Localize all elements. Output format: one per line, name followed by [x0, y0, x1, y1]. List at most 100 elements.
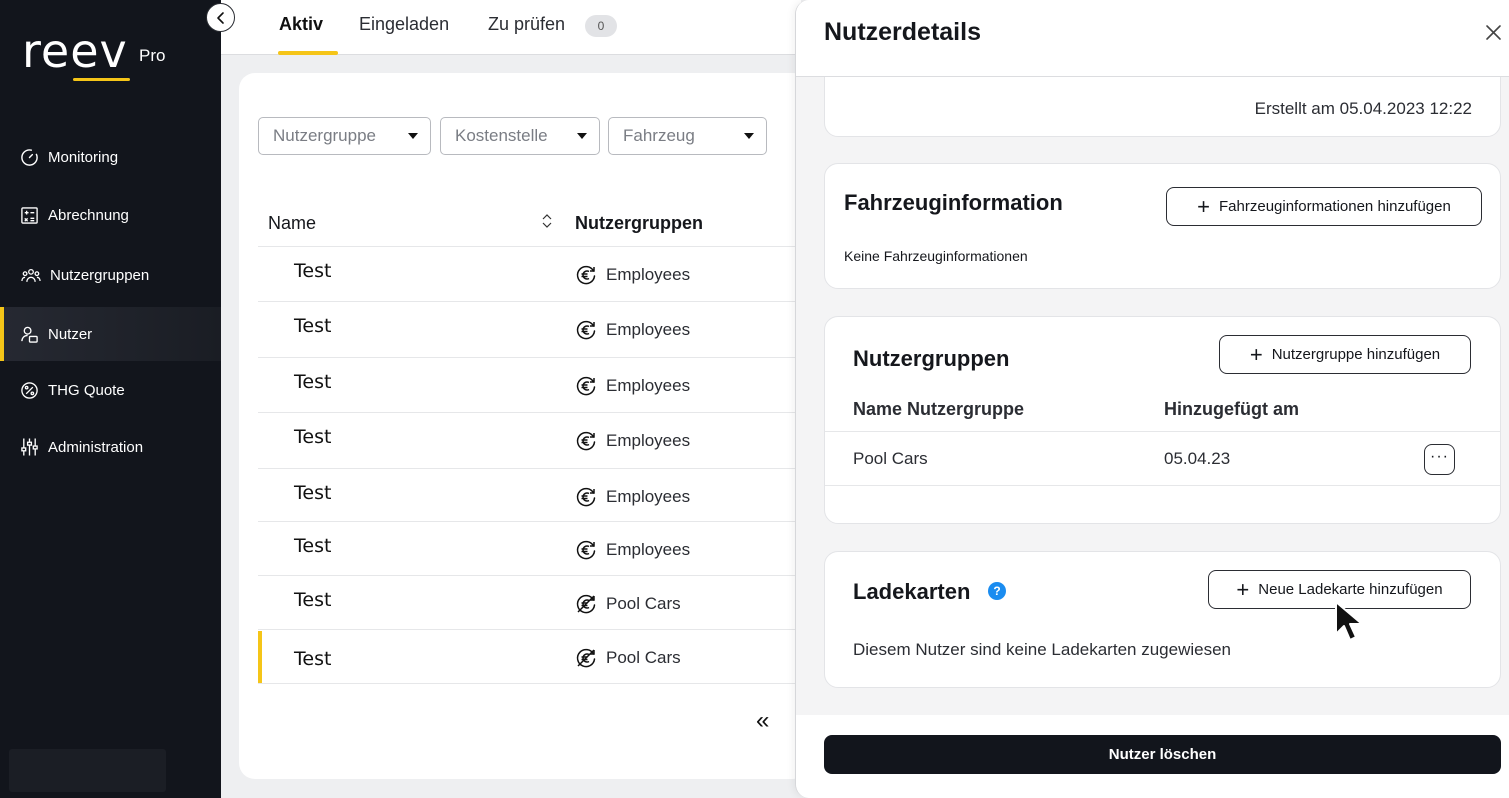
sidebar-item-label: Nutzer: [48, 325, 93, 343]
first-page-button[interactable]: «: [756, 707, 769, 735]
sidebar-item-monitoring[interactable]: Monitoring: [0, 130, 221, 184]
groups-card-title: Nutzergruppen: [853, 346, 1010, 371]
charging-cards-empty-text: Diesem Nutzer sind keine Ladekarten zuge…: [853, 640, 1231, 659]
sidebar-item-label: THG Quote: [48, 381, 125, 399]
row-group-label: Employees: [606, 431, 691, 450]
drawer-header: Nutzerdetails: [796, 0, 1509, 77]
add-vehicle-info-button[interactable]: + Fahrzeuginformationen hinzufügen: [1166, 187, 1482, 226]
caret-down-icon: [744, 133, 754, 139]
logo-underline: [73, 78, 130, 81]
sidebar-collapse-button[interactable]: [206, 3, 235, 32]
filter-label: Kostenstelle: [455, 126, 548, 145]
plus-icon: +: [1197, 193, 1211, 219]
row-group: Employees: [575, 430, 690, 452]
table-row[interactable]: Test Employees: [258, 301, 818, 356]
group-added-date: 05.04.23: [1164, 449, 1231, 468]
table-row[interactable]: Test Employees: [258, 357, 818, 412]
filter-fahrzeug[interactable]: Fahrzeug: [608, 117, 767, 155]
table-row[interactable]: Test Pool Cars: [258, 575, 818, 630]
group-name: Pool Cars: [853, 449, 928, 468]
ellipsis-icon: ···: [1430, 447, 1449, 465]
row-name: Test: [294, 260, 332, 282]
user-icon: [19, 324, 39, 344]
table-row[interactable]: Test Employees: [258, 246, 818, 301]
row-group: Pool Cars: [575, 593, 681, 615]
user-details-drawer: Nutzerdetails Erstellt am 05.04.2023 12:…: [795, 0, 1509, 798]
filter-label: Nutzergruppe: [273, 126, 377, 145]
table-row[interactable]: Test Employees: [258, 521, 818, 576]
sidebar-footer-account[interactable]: [9, 749, 166, 792]
delete-user-button[interactable]: Nutzer löschen: [824, 735, 1501, 774]
euro-refresh-icon: [575, 375, 597, 397]
row-name: Test: [294, 482, 332, 504]
sidebar-item-nutzergruppen[interactable]: Nutzergruppen: [0, 248, 221, 302]
gauge-icon: [19, 147, 39, 167]
tab-zu-pruefen[interactable]: Zu prüfen: [488, 14, 565, 35]
help-icon[interactable]: ?: [988, 582, 1006, 600]
sidebar-item-nutzer[interactable]: Nutzer: [0, 307, 221, 361]
sidebar-item-label: Abrechnung: [48, 206, 129, 224]
tab-eingeladen[interactable]: Eingeladen: [359, 14, 449, 35]
row-group: Employees: [575, 539, 690, 561]
active-tab-indicator: [278, 51, 338, 55]
drawer-footer: Nutzer löschen: [796, 715, 1509, 798]
sliders-icon: [19, 437, 39, 457]
column-header-nutzergruppen: Nutzergruppen: [575, 213, 703, 233]
plus-icon: +: [1236, 576, 1250, 602]
row-group-label: Employees: [606, 487, 691, 506]
table-bottom-divider: [258, 683, 818, 684]
sidebar-item-administration[interactable]: Administration: [0, 420, 221, 474]
button-label: Neue Ladekarte hinzufügen: [1258, 581, 1443, 598]
sidebar-item-label: Nutzergruppen: [50, 266, 150, 284]
mouse-pointer-icon: [1334, 600, 1370, 651]
column-header-group-name: Name Nutzergruppe: [853, 399, 1025, 419]
row-group: Employees: [575, 375, 690, 397]
more-options-button[interactable]: ···: [1424, 444, 1455, 475]
euro-refresh-icon: [575, 430, 597, 452]
vehicle-card-title: Fahrzeuginformation: [844, 190, 1063, 215]
logo[interactable]: reev Pro: [22, 24, 165, 81]
percent-icon: [19, 380, 39, 400]
logo-edition: Pro: [139, 46, 166, 65]
row-group-label: Employees: [606, 320, 691, 339]
filter-kostenstelle[interactable]: Kostenstelle: [440, 117, 600, 155]
row-group-label: Pool Cars: [606, 594, 681, 613]
sidebar-item-label: Administration: [48, 438, 144, 456]
row-group: Pool Cars: [575, 647, 681, 669]
vehicle-empty-text: Keine Fahrzeuginformationen: [844, 248, 1028, 264]
row-name: Test: [294, 315, 332, 337]
euro-refresh-icon: [575, 319, 597, 341]
table-row[interactable]: Test Employees: [258, 468, 818, 523]
row-name: Test: [294, 535, 332, 557]
column-header-name[interactable]: Name: [268, 213, 316, 234]
row-group-label: Employees: [606, 265, 691, 284]
euro-refresh-icon: [575, 486, 597, 508]
row-group-label: Employees: [606, 540, 691, 559]
sidebar-item-thg-quote[interactable]: THG Quote: [0, 363, 221, 417]
row-name: Test: [294, 589, 332, 611]
euro-crossed-icon: [575, 647, 597, 669]
users-table-card: Nutzergruppe Kostenstelle Fahrzeug Name …: [239, 73, 818, 779]
created-date: Erstellt am 05.04.2023 12:22: [1254, 99, 1472, 118]
caret-down-icon: [408, 133, 418, 139]
row-name: Test: [294, 648, 332, 670]
row-group-label: Pool Cars: [606, 648, 681, 667]
row-name: Test: [294, 371, 332, 393]
close-icon[interactable]: [1485, 24, 1502, 46]
sidebar-item-abrechnung[interactable]: Abrechnung: [0, 188, 221, 242]
drawer-title: Nutzerdetails: [824, 18, 981, 46]
logo-wordmark: reev: [22, 24, 128, 78]
count-badge: 0: [585, 15, 617, 37]
table-row[interactable]: Test Employees: [258, 412, 818, 467]
filter-nutzergruppe[interactable]: Nutzergruppe: [258, 117, 431, 155]
euro-crossed-icon: [575, 593, 597, 615]
user-groups-card: Nutzergruppen + Nutzergruppe hinzufügen …: [824, 316, 1501, 524]
filter-label: Fahrzeug: [623, 126, 695, 145]
add-user-group-button[interactable]: + Nutzergruppe hinzufügen: [1219, 335, 1471, 374]
sort-icon[interactable]: [541, 214, 553, 233]
plus-icon: +: [1249, 341, 1263, 367]
calculator-icon: [19, 205, 39, 225]
chevron-left-icon: [215, 11, 227, 25]
tab-aktiv[interactable]: Aktiv: [279, 14, 323, 35]
table-row-selected[interactable]: Test Pool Cars: [258, 629, 818, 684]
